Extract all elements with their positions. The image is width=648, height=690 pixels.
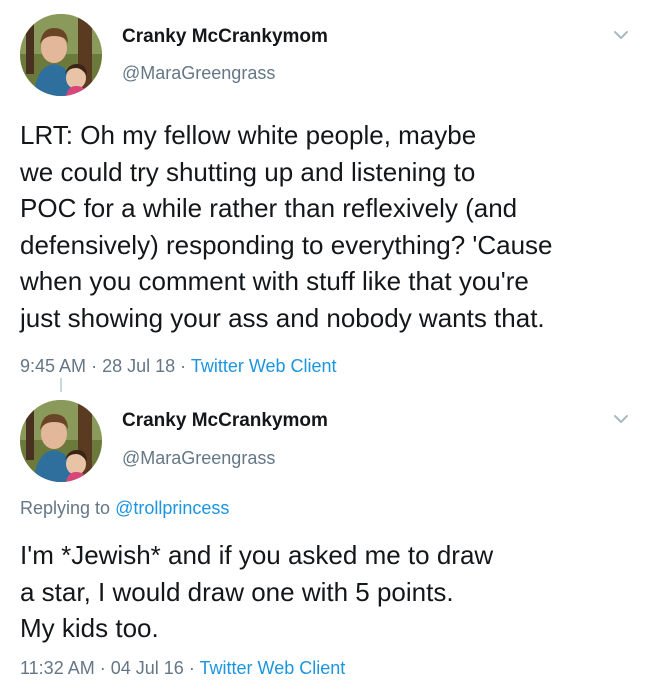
avatar[interactable] — [20, 400, 102, 482]
avatar[interactable] — [20, 14, 102, 96]
tweet-text: LRT: Oh my fellow white people, maybe we… — [20, 120, 553, 333]
profile-photo-icon — [20, 14, 102, 96]
author-name[interactable]: Cranky McCrankymom — [122, 26, 328, 48]
author-handle[interactable]: @MaraGreengrass — [122, 448, 275, 469]
tweet: Cranky McCrankymom @MaraGreengrass Reply… — [0, 388, 648, 690]
profile-photo-icon — [20, 400, 102, 482]
tweet-date[interactable]: 04 Jul 16 — [111, 658, 184, 678]
author-name[interactable]: Cranky McCrankymom — [122, 410, 328, 432]
chevron-down-icon[interactable] — [612, 26, 630, 44]
tweet-text: I'm *Jewish* and if you asked me to draw… — [20, 540, 494, 643]
tweet-time[interactable]: 9:45 AM — [20, 356, 86, 376]
tweet-date[interactable]: 28 Jul 18 — [102, 356, 175, 376]
reply-prefix: Replying to — [20, 498, 111, 518]
author-handle[interactable]: @MaraGreengrass — [122, 63, 275, 84]
tweet-meta: 9:45 AM · 28 Jul 18 · Twitter Web Client — [20, 356, 337, 377]
meta-separator: · — [99, 658, 106, 678]
tweet-meta: 11:32 AM · 04 Jul 16 · Twitter Web Clien… — [20, 658, 345, 679]
tweet-client[interactable]: Twitter Web Client — [200, 658, 346, 678]
reply-mention-link[interactable]: @trollprincess — [115, 498, 229, 518]
meta-separator: · — [188, 658, 195, 678]
chevron-down-icon[interactable] — [612, 410, 630, 428]
replying-to: Replying to @trollprincess — [20, 498, 229, 519]
tweet: Cranky McCrankymom @MaraGreengrass LRT: … — [0, 0, 648, 392]
meta-separator: · — [180, 356, 187, 376]
tweet-time[interactable]: 11:32 AM — [20, 658, 95, 678]
tweet-client[interactable]: Twitter Web Client — [191, 356, 337, 376]
meta-separator: · — [91, 356, 98, 376]
